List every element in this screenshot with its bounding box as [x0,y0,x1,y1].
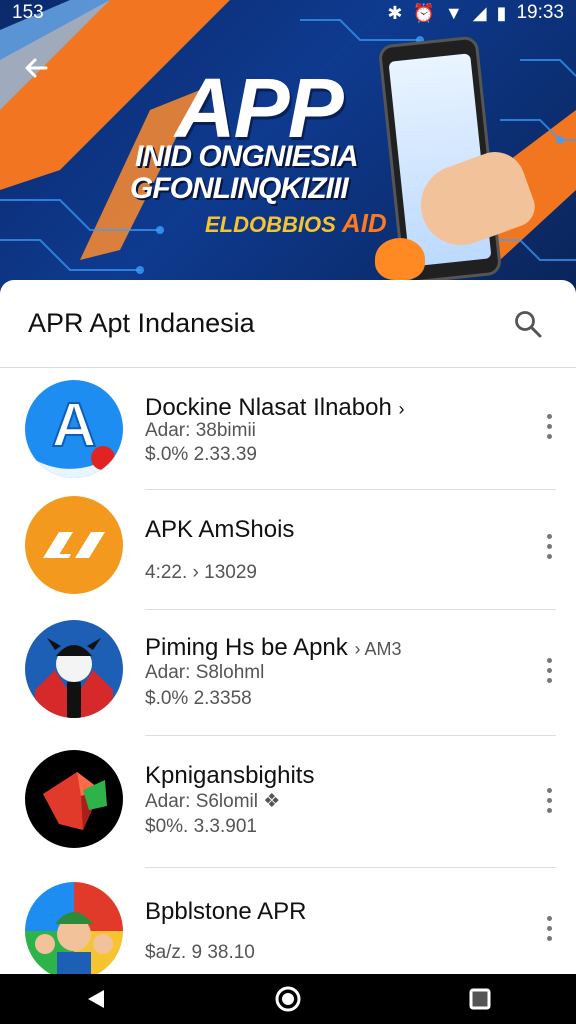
list-item[interactable]: APK AmShois 4:22. › 13029 [0,490,576,610]
app-icon-a: A [25,380,123,478]
nav-home-button[interactable] [264,975,312,1023]
app-meta-2: 4:22. › 13029 [145,562,257,583]
back-button[interactable] [16,48,56,88]
search-button[interactable] [508,304,548,344]
alarm-icon: ⏰ [412,2,435,23]
hero-subtitle-2: GFONLINQKIZIII [130,172,349,205]
app-meta-2: $.0% 2.3358 [145,688,252,709]
hero-tag-accent: AID [341,208,387,238]
search-header: APR Apt Indanesia [0,280,576,368]
app-meta-1: Adar: 38bimii [145,420,256,441]
more-options-button[interactable] [532,650,566,690]
app-meta-2: $.0% 2.33.39 [145,444,257,465]
nav-recents-button[interactable] [456,975,504,1023]
list-item[interactable]: Piming Hs be Apnk › AM3 Adar: S8lohml $.… [0,610,576,736]
status-time: 19:33 [516,2,564,23]
list-item[interactable]: Bpblstone APR $a/z. 9 38.10 [0,868,576,974]
magnifier-icon [515,310,542,337]
status-left-text: 153 [12,2,44,23]
svg-text:A: A [52,391,97,460]
circle-home-icon [275,986,301,1012]
more-options-button[interactable] [532,526,566,566]
square-recents-icon [469,988,491,1010]
more-options-button[interactable] [532,406,566,446]
battery-icon: ▮ [496,2,507,23]
hero-tag-text: ELDOBBIOS [205,212,336,237]
system-nav-bar [0,974,576,1024]
app-meta-1: Adar: S8lohml [145,662,265,683]
wifi-icon: ▼ [444,2,463,23]
app-name: APK AmShois [145,516,295,543]
app-icon-people [25,882,123,974]
app-meta-2: $a/z. 9 38.10 [145,942,255,963]
signal-icon: ◢ [472,2,487,23]
app-meta-2: $0%. 3.3.901 [145,816,257,837]
nav-back-button[interactable] [72,975,120,1023]
search-title: APR Apt Indanesia [28,308,255,338]
hero-tagline: ELDOBBIOS AID [205,208,387,239]
triangle-back-icon [88,990,104,1008]
arrow-left-icon [25,58,48,78]
app-name: Kpnigansbighits [145,762,315,789]
app-icon-character [25,620,123,718]
list-item[interactable]: A Dockine Nlasat Ilnaboh › Adar: 38bimii… [0,368,576,490]
mascot-illustration [375,238,425,280]
app-name: Piming Hs be Apnk › AM3 [145,634,402,661]
bluetooth-icon: ✱ [387,2,403,23]
more-options-button[interactable] [532,908,566,948]
app-icon-apk [25,496,123,594]
list-item[interactable]: Kpnigansbighits Adar: S6lomil ❖ $0%. 3.3… [0,736,576,868]
hero-subtitle-1: INID ONGNIESIA [135,140,359,173]
status-bar: 153 ✱ ⏰ ▼ ◢ ▮ 19:33 [0,0,576,26]
app-meta-1: Adar: S6lomil ❖ [145,791,281,812]
app-icon-cube [25,750,123,848]
app-name: Bpblstone APR [145,898,307,925]
app-list: A Dockine Nlasat Ilnaboh › Adar: 38bimii… [0,368,576,974]
hero-banner: 153 ✱ ⏰ ▼ ◢ ▮ 19:33 APP INID ONGNIESIA G… [0,0,576,300]
more-options-button[interactable] [532,780,566,820]
app-name: Dockine Nlasat Ilnaboh › [145,394,405,421]
